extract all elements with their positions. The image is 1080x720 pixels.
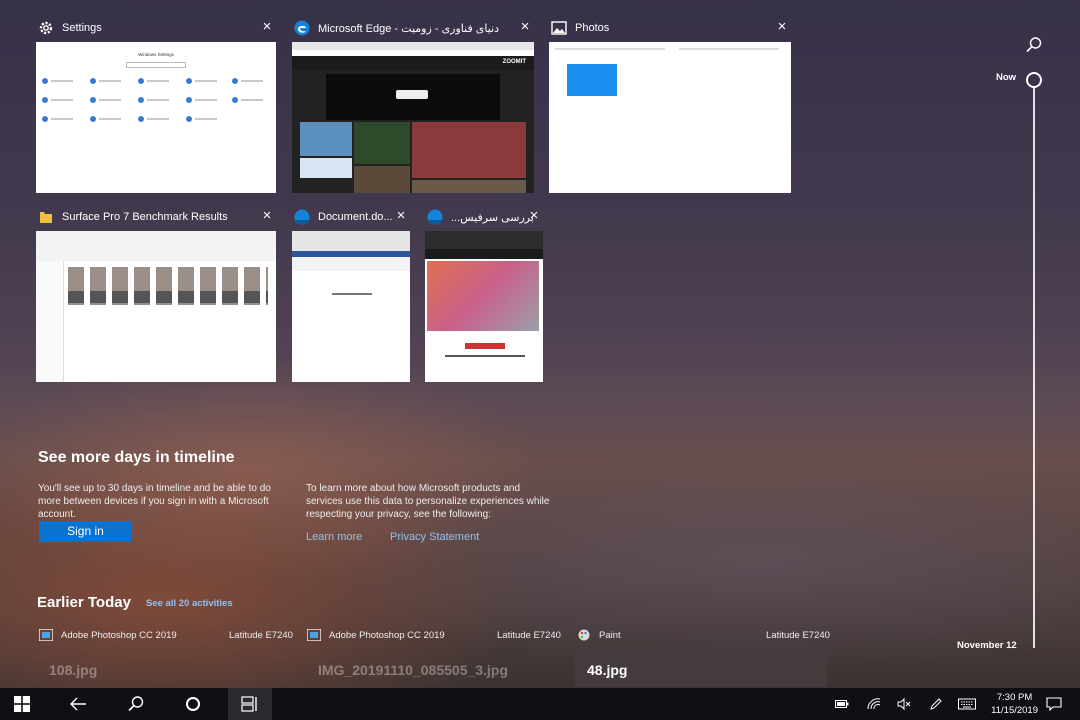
card-header: Photos	[549, 14, 791, 42]
thumb-brand: ZOOMIT	[502, 59, 526, 65]
activity-device: Latitude E7240	[229, 630, 293, 641]
photos-icon	[551, 21, 567, 35]
cortana-button[interactable]	[173, 688, 213, 720]
battery-icon	[835, 700, 849, 708]
activity-device: Latitude E7240	[766, 630, 830, 641]
close-icon[interactable]: ×	[260, 208, 274, 223]
timeline-promo-body: You'll see up to 30 days in timeline and…	[38, 483, 271, 520]
back-arrow-icon	[70, 697, 86, 711]
card-header: Settings	[36, 14, 276, 42]
photoshop-icon	[39, 629, 53, 641]
thumb-title: Windows Settings	[138, 52, 174, 57]
card-title: Photos	[575, 22, 610, 34]
timeline-date-label: November 12	[957, 640, 1017, 651]
activity-app[interactable]: Adobe Photoshop CC 2019	[39, 628, 177, 642]
clock-time: 7:30 PM	[996, 692, 1033, 703]
activity-device: Latitude E7240	[497, 630, 561, 641]
clock[interactable]: 7:30 PM 11/15/2019	[991, 691, 1038, 717]
battery-button[interactable]	[830, 688, 854, 720]
cortana-icon	[186, 697, 200, 711]
card-title: Settings	[62, 22, 102, 34]
close-icon[interactable]: ×	[260, 19, 274, 34]
close-icon[interactable]: ×	[518, 19, 532, 34]
close-icon[interactable]: ×	[394, 208, 408, 223]
timeline-thumb[interactable]	[1026, 72, 1042, 88]
activity-app-name: Paint	[599, 629, 621, 641]
card-header: دنیای فناوری - زومیت - Microsoft Edge	[292, 14, 534, 42]
paint-icon	[578, 629, 590, 641]
activity-app-name: Adobe Photoshop CC 2019	[329, 629, 445, 641]
window-thumbnail[interactable]	[549, 42, 791, 193]
timeline-scrollbar[interactable]	[1033, 86, 1035, 648]
wifi-icon	[867, 698, 881, 710]
notification-icon	[1046, 697, 1062, 711]
task-card-file-explorer[interactable]: Surface Pro 7 Benchmark Results ×	[36, 203, 276, 382]
task-card-edge[interactable]: دنیای فناوری - زومیت - Microsoft Edge × …	[292, 14, 534, 193]
edge-beta-icon	[427, 209, 443, 225]
card-title: بررسی سرفیس...	[451, 211, 534, 224]
clock-date: 11/15/2019	[991, 705, 1038, 716]
back-button[interactable]	[58, 688, 98, 720]
network-button[interactable]	[862, 688, 886, 720]
photoshop-icon	[307, 629, 321, 641]
card-header: Document.do...	[292, 203, 410, 231]
task-card-document[interactable]: Document.do... ×	[292, 203, 410, 382]
window-thumbnail[interactable]	[292, 231, 410, 382]
action-center-button[interactable]	[1040, 688, 1068, 720]
task-view-icon	[241, 696, 257, 712]
activity-app[interactable]: Adobe Photoshop CC 2019	[307, 628, 445, 642]
sign-in-button[interactable]: Sign in	[39, 521, 132, 542]
edge-beta-icon	[294, 209, 310, 225]
see-all-activities-link[interactable]: See all 20 activities	[146, 598, 233, 609]
card-title: Document.do...	[318, 211, 393, 223]
volume-button[interactable]	[892, 688, 916, 720]
close-icon[interactable]: ×	[527, 208, 541, 223]
activity-app-name: Adobe Photoshop CC 2019	[61, 629, 177, 641]
pen-icon	[930, 698, 942, 710]
window-thumbnail[interactable]: Windows Settings	[36, 42, 276, 193]
volume-muted-icon	[897, 698, 911, 710]
window-thumbnail[interactable]	[36, 231, 276, 382]
pen-button[interactable]	[924, 688, 948, 720]
start-button[interactable]	[2, 688, 42, 720]
card-header: بررسی سرفیس...	[425, 203, 543, 231]
window-thumbnail[interactable]: ZOOMIT	[292, 42, 534, 193]
activity-file[interactable]: IMG_20191110_085505_3.jpg	[318, 662, 508, 678]
keyboard-icon	[958, 698, 976, 710]
timeline-now-label: Now	[996, 72, 1017, 83]
windows-icon	[14, 696, 30, 712]
earlier-today-title: Earlier Today	[37, 594, 131, 611]
task-view-button[interactable]	[228, 688, 272, 720]
close-icon[interactable]: ×	[775, 19, 789, 34]
search-icon	[128, 696, 144, 712]
window-thumbnail[interactable]	[425, 231, 543, 382]
card-title: Surface Pro 7 Benchmark Results	[62, 211, 228, 223]
folder-icon	[40, 212, 52, 223]
learn-more-link[interactable]: Learn more	[306, 531, 362, 543]
task-card-photos[interactable]: Photos ×	[549, 14, 791, 193]
search-icon[interactable]	[1025, 36, 1043, 54]
activity-app[interactable]: Paint	[577, 628, 621, 642]
edge-icon	[294, 20, 310, 36]
activity-file[interactable]: 108.jpg	[49, 662, 97, 678]
timeline-promo-heading: See more days in timeline	[38, 449, 235, 466]
task-card-settings[interactable]: Settings × Windows Settings	[36, 14, 276, 193]
privacy-statement-link[interactable]: Privacy Statement	[390, 531, 479, 543]
card-title: دنیای فناوری - زومیت - Microsoft Edge	[318, 22, 500, 35]
touch-keyboard-button[interactable]	[954, 688, 980, 720]
search-button[interactable]	[116, 688, 156, 720]
taskbar: 7:30 PM 11/15/2019	[0, 688, 1080, 720]
privacy-text: To learn more about how Microsoft produc…	[306, 483, 550, 520]
card-header: Surface Pro 7 Benchmark Results	[36, 203, 276, 231]
gear-icon	[39, 21, 53, 35]
task-card-edge-article[interactable]: بررسی سرفیس... ×	[425, 203, 543, 382]
activity-file[interactable]: 48.jpg	[587, 662, 627, 678]
